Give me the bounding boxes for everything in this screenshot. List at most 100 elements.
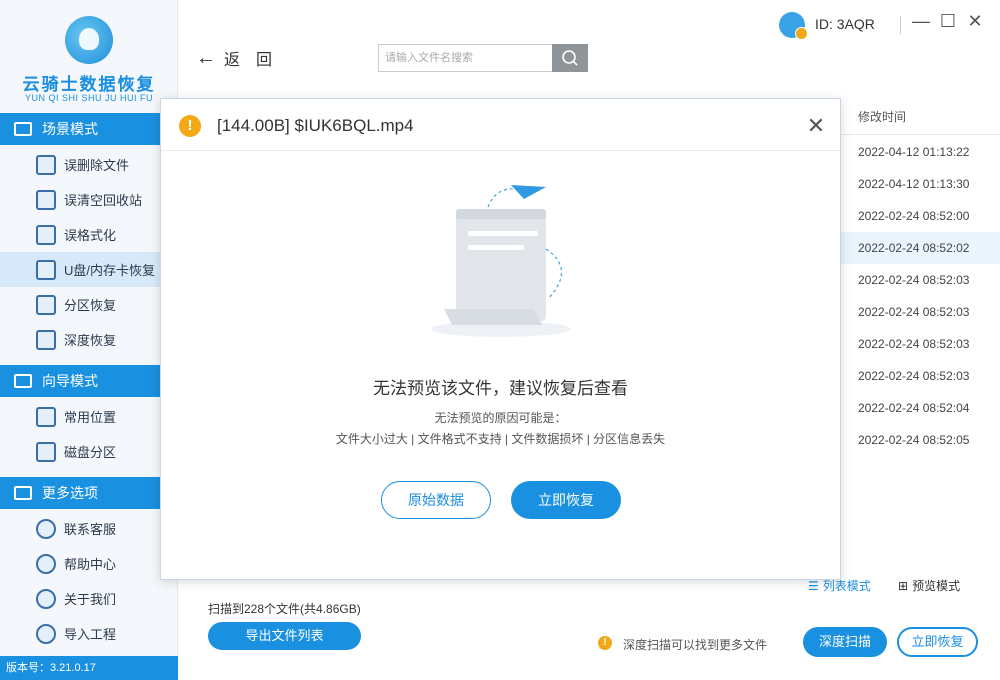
maximize-icon: ☐ xyxy=(939,11,957,31)
section-scene-mode[interactable]: 场景模式 xyxy=(0,113,160,145)
export-file-list-button[interactable]: 导出文件列表 xyxy=(208,622,361,650)
document-illustration-icon xyxy=(431,185,571,337)
modified-time-cell: 2022-04-12 01:13:30 xyxy=(858,177,970,191)
partition-icon xyxy=(36,294,56,315)
recycle-bin-icon xyxy=(36,189,56,210)
sidebar-item-label: 分区恢复 xyxy=(64,298,117,313)
list-view-icon: ☰ xyxy=(808,578,819,593)
sidebar-item-label: 误格式化 xyxy=(64,228,117,243)
windows-location-icon xyxy=(36,406,56,427)
deep-scan-button[interactable]: 深度扫描 xyxy=(803,627,887,657)
modified-time-cell: 2022-02-24 08:52:00 xyxy=(858,209,970,223)
help-icon xyxy=(36,553,56,574)
table-row[interactable]: 2022-02-24 08:52:03 xyxy=(840,328,1000,360)
sidebar-item-label: 帮助中心 xyxy=(64,557,117,572)
app-logo: 云骑士数据恢复 YUN QI SHI SHU JU HUI FU xyxy=(0,10,178,105)
table-row[interactable]: 2022-02-24 08:52:00 xyxy=(840,200,1000,232)
table-row[interactable]: 2022-04-12 01:13:22 xyxy=(840,136,1000,168)
cannot-preview-message: 无法预览该文件，建议恢复后查看 xyxy=(373,379,628,398)
sidebar-item-deep-recover[interactable]: 深度恢复 xyxy=(0,322,160,357)
sidebar-item-recycle-bin[interactable]: 误清空回收站 xyxy=(0,182,160,217)
scan-count: 扫描到228个文件(共4.86GB) xyxy=(208,602,361,616)
reason-title: 无法预览的原因可能是： xyxy=(434,411,567,425)
user-avatar[interactable] xyxy=(779,12,808,40)
minimize-button[interactable]: — xyxy=(910,10,932,32)
app-pinyin: YUN QI SHI SHU JU HUI FU xyxy=(24,93,153,103)
import-project-icon xyxy=(36,623,56,644)
deep-recover-icon xyxy=(36,329,56,350)
section-label: 更多选项 xyxy=(42,485,98,501)
dialog-close-button[interactable]: ✕ xyxy=(805,113,827,139)
table-row[interactable]: 2022-02-24 08:52:05 xyxy=(840,424,1000,456)
close-icon: ✕ xyxy=(806,113,826,138)
logo-icon xyxy=(65,16,113,64)
sidebar-item-label: 误删除文件 xyxy=(64,158,130,173)
wizard-mode-icon xyxy=(14,374,32,388)
search-input[interactable] xyxy=(378,44,552,72)
section-more-options[interactable]: 更多选项 xyxy=(0,477,160,509)
sidebar-item-deleted-files[interactable]: 误删除文件 xyxy=(0,147,160,182)
sidebar-item-common-location[interactable]: 常用位置 xyxy=(0,399,160,434)
back-label: 返 回 xyxy=(224,52,273,69)
maximize-button[interactable]: ☐ xyxy=(937,10,959,32)
preview-dialog: ! [144.00B] $IUK6BQL.mp4 ✕ 无法预览该文件，建议恢复后… xyxy=(160,98,841,580)
modified-time-cell: 2022-02-24 08:52:03 xyxy=(858,337,970,351)
reason-list: 文件大小过大 | 文件格式不支持 | 文件数据损坏 | 分区信息丢失 xyxy=(335,432,666,446)
header-divider xyxy=(840,134,1000,135)
sidebar-item-disk-partition[interactable]: 磁盘分区 xyxy=(0,434,160,469)
sidebar-item-label: 磁盘分区 xyxy=(64,445,117,460)
table-row[interactable]: 2022-02-24 08:52:03 xyxy=(840,296,1000,328)
sidebar-item-about[interactable]: 关于我们 xyxy=(0,581,160,616)
sidebar-item-label: U盘/内存卡恢复 xyxy=(64,263,156,278)
section-label: 向导模式 xyxy=(42,373,98,389)
sidebar-item-label: 误清空回收站 xyxy=(64,193,143,208)
sidebar-item-label: 导入工程 xyxy=(64,627,117,642)
modified-time-cell: 2022-02-24 08:52:02 xyxy=(858,241,970,255)
close-icon: ✕ xyxy=(967,11,983,31)
table-row[interactable]: 2022-02-24 08:52:02 xyxy=(840,232,1000,264)
hint-info-icon: ! xyxy=(598,636,612,650)
titlebar-divider xyxy=(900,16,901,34)
column-header-modified-time[interactable]: 修改时间 xyxy=(858,108,906,125)
sidebar-item-partition[interactable]: 分区恢复 xyxy=(0,287,160,322)
warning-icon: ! xyxy=(179,115,201,137)
recover-now-button[interactable]: 立即恢复 xyxy=(897,627,978,657)
sidebar-item-format[interactable]: 误格式化 xyxy=(0,217,160,252)
version-label: 版本号：3.21.0.17 xyxy=(0,656,178,680)
table-row[interactable]: 2022-04-12 01:13:30 xyxy=(840,168,1000,200)
sidebar-item-label: 常用位置 xyxy=(64,410,117,425)
modified-time-cell: 2022-02-24 08:52:03 xyxy=(858,305,970,319)
deep-scan-hint: 深度扫描可以找到更多文件 xyxy=(623,638,768,652)
modified-time-cell: 2022-04-12 01:13:22 xyxy=(858,145,970,159)
customer-service-icon xyxy=(36,518,56,539)
modified-time-cell: 2022-02-24 08:52:04 xyxy=(858,401,970,415)
user-id: ID: 3AQR xyxy=(815,16,875,32)
modified-time-cell: 2022-02-24 08:52:03 xyxy=(858,273,970,287)
deleted-file-icon xyxy=(36,154,56,175)
sidebar-item-customer-service[interactable]: 联系客服 xyxy=(0,511,160,546)
section-label: 场景模式 xyxy=(42,121,98,137)
back-button[interactable]: ← 返 回 xyxy=(196,46,272,70)
minimize-icon: — xyxy=(912,11,930,31)
sidebar-item-usb-card[interactable]: U盘/内存卡恢复 xyxy=(0,252,160,287)
sidebar-item-label: 深度恢复 xyxy=(64,333,117,348)
preview-mode-label: 预览模式 xyxy=(912,579,961,593)
close-window-button[interactable]: ✕ xyxy=(964,10,986,32)
menu-icon xyxy=(14,486,32,500)
sidebar-item-label: 联系客服 xyxy=(64,522,117,537)
table-row[interactable]: 2022-02-24 08:52:03 xyxy=(840,264,1000,296)
modified-time-cell: 2022-02-24 08:52:05 xyxy=(858,433,970,447)
section-wizard-mode[interactable]: 向导模式 xyxy=(0,365,160,397)
table-row[interactable]: 2022-02-24 08:52:04 xyxy=(840,392,1000,424)
raw-data-button[interactable]: 原始数据 xyxy=(381,481,491,519)
search-button[interactable] xyxy=(552,44,588,72)
sidebar-item-label: 关于我们 xyxy=(64,592,117,607)
dialog-title: [144.00B] $IUK6BQL.mp4 xyxy=(217,116,414,135)
scene-mode-icon xyxy=(14,122,32,136)
search-icon xyxy=(562,50,578,66)
preview-mode-toggle[interactable]: ⊞ 预览模式 xyxy=(898,577,960,594)
dialog-recover-button[interactable]: 立即恢复 xyxy=(511,481,621,519)
table-row[interactable]: 2022-02-24 08:52:03 xyxy=(840,360,1000,392)
sidebar-item-import[interactable]: 导入工程 xyxy=(0,616,160,651)
sidebar-item-help[interactable]: 帮助中心 xyxy=(0,546,160,581)
